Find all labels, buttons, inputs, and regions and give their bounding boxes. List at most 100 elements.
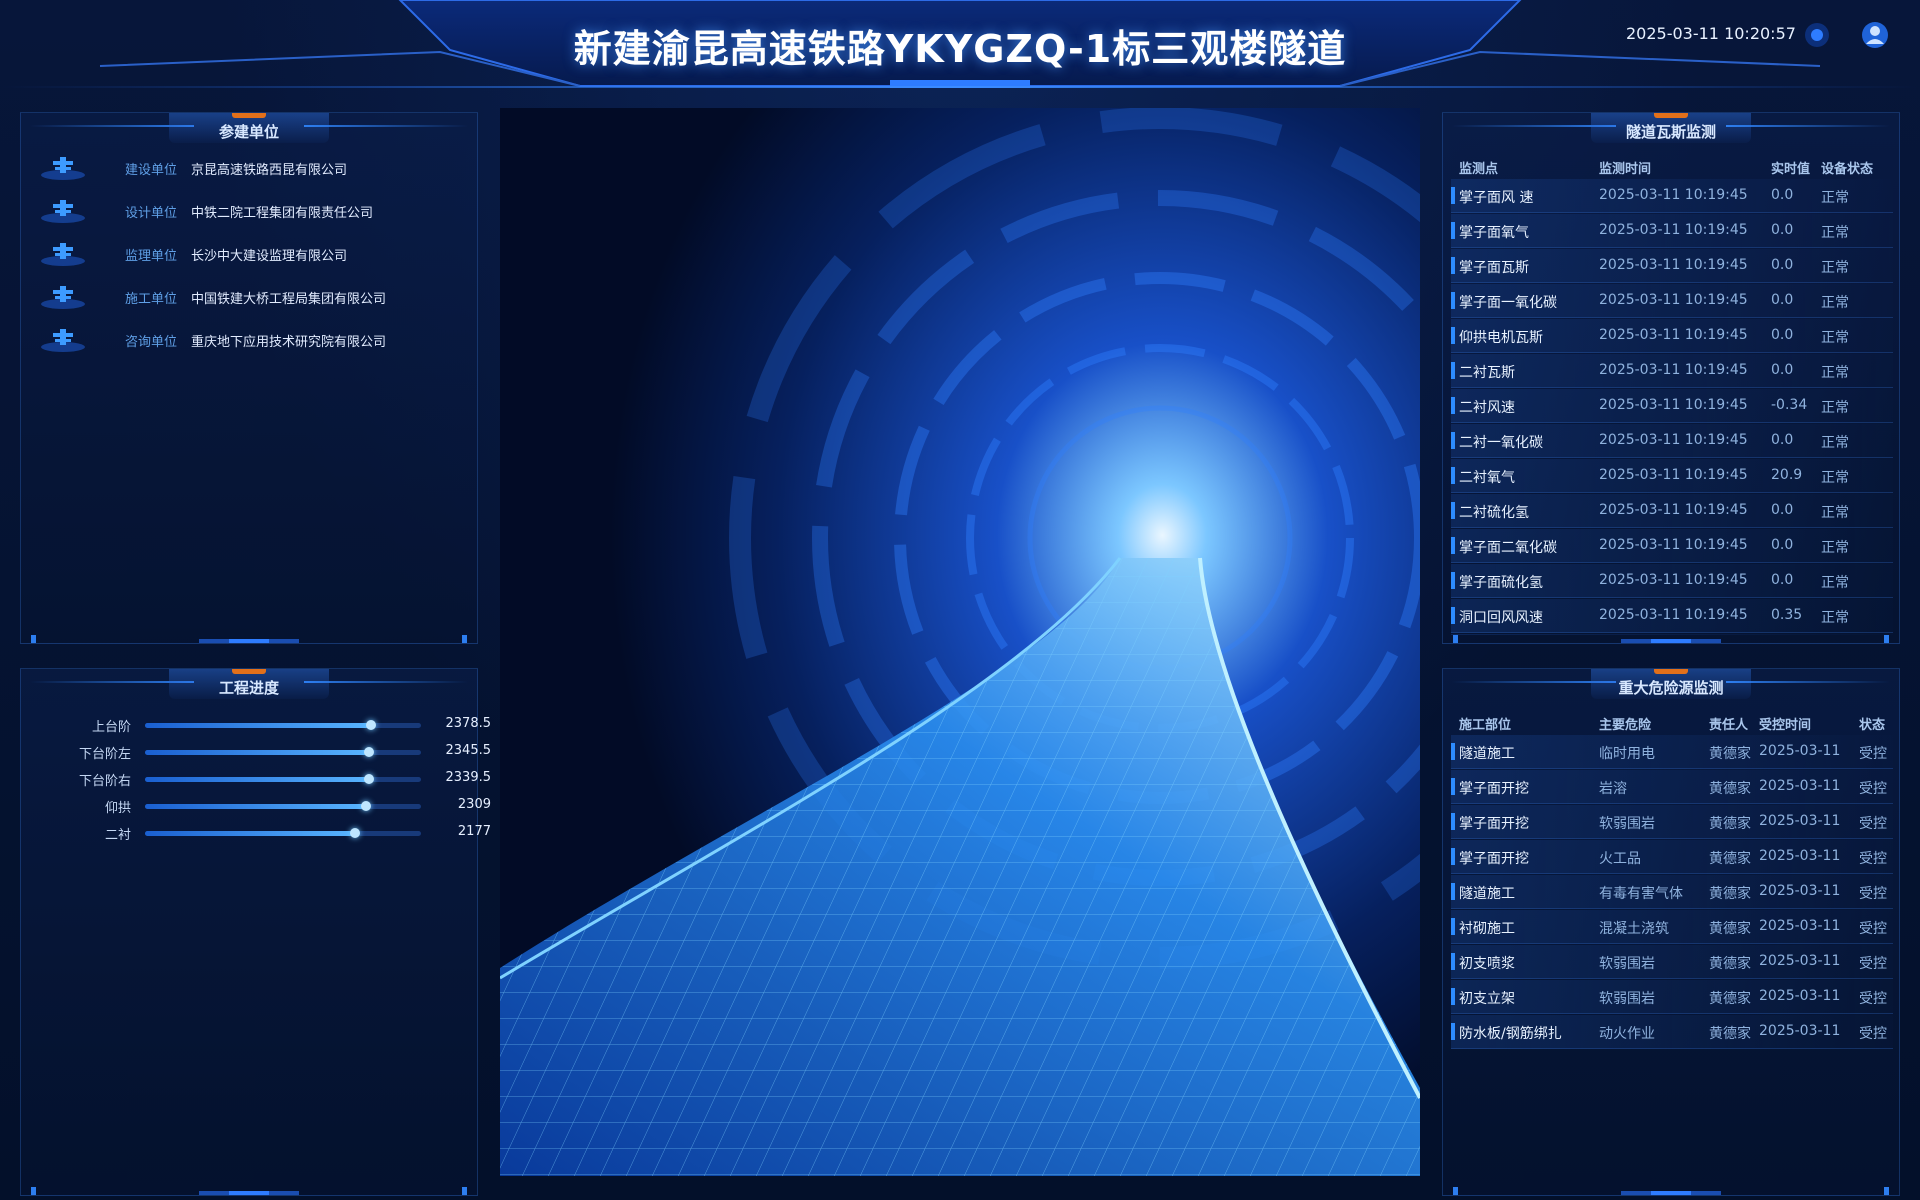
table-cell: 正常 bbox=[1821, 330, 1849, 346]
table-cell: 掌子面氧气 bbox=[1459, 225, 1529, 241]
table-row[interactable]: 掌子面一氧化碳 2025-03-11 10:19:45 0.0 正常 bbox=[1451, 284, 1893, 318]
table-header: 施工部位 主要危险 责任人 受控时间 状态 bbox=[1451, 711, 1893, 733]
table-cell: 正常 bbox=[1821, 470, 1849, 486]
table-row[interactable]: 衬砌施工 混凝土浇筑 黄德家 2025-03-11 受控 bbox=[1451, 910, 1893, 944]
progress-fill bbox=[145, 750, 369, 755]
table-row[interactable]: 二衬氧气 2025-03-11 10:19:45 20.9 正常 bbox=[1451, 459, 1893, 493]
header-accent bbox=[1654, 113, 1688, 118]
footer-dot bbox=[462, 635, 467, 643]
header-accent bbox=[232, 669, 266, 674]
table-row[interactable]: 掌子面瓦斯 2025-03-11 10:19:45 0.0 正常 bbox=[1451, 249, 1893, 283]
settings-dot-icon[interactable] bbox=[1802, 20, 1832, 50]
table-row[interactable]: 隧道施工 临时用电 黄德家 2025-03-11 受控 bbox=[1451, 735, 1893, 769]
table-cell: 正常 bbox=[1821, 400, 1849, 416]
table-cell: 软弱围岩 bbox=[1599, 991, 1655, 1007]
table-cell: 2025-03-11 bbox=[1759, 778, 1841, 794]
table-cell: 掌子面开挖 bbox=[1459, 816, 1529, 832]
gas-table[interactable]: 监测点 监测时间 实时值 设备状态 掌子面风 速 2025-03-11 10:19… bbox=[1451, 155, 1893, 635]
progress-value: 2339.5 bbox=[445, 770, 492, 785]
table-cell: 二衬瓦斯 bbox=[1459, 365, 1515, 381]
table-cell: 受控 bbox=[1859, 991, 1887, 1007]
table-row[interactable]: 初支喷浆 软弱围岩 黄德家 2025-03-11 受控 bbox=[1451, 945, 1893, 979]
table-cell: 受控 bbox=[1859, 746, 1887, 762]
table-cell: 黄德家 bbox=[1709, 991, 1751, 1007]
table-cell: 黄德家 bbox=[1709, 816, 1751, 832]
progress-label: 下台阶右 bbox=[78, 774, 131, 789]
table-cell: 0.0 bbox=[1771, 502, 1794, 518]
table-row[interactable]: 洞口回风风速 2025-03-11 10:19:45 0.35 正常 bbox=[1451, 599, 1893, 633]
table-row[interactable]: 二衬硫化氢 2025-03-11 10:19:45 0.0 正常 bbox=[1451, 494, 1893, 528]
table-row[interactable]: 二衬一氧化碳 2025-03-11 10:19:45 0.0 正常 bbox=[1451, 424, 1893, 458]
table-row[interactable]: 隧道施工 有毒有害气体 黄德家 2025-03-11 受控 bbox=[1451, 875, 1893, 909]
progress-label: 仰拱 bbox=[104, 801, 131, 816]
table-row[interactable]: 掌子面风 速 2025-03-11 10:19:45 0.0 正常 bbox=[1451, 179, 1893, 213]
user-avatar-icon[interactable] bbox=[1860, 20, 1890, 50]
table-cell: 2025-03-11 bbox=[1759, 743, 1841, 759]
panel-header: 隧道瓦斯监测 bbox=[1443, 113, 1899, 147]
table-cell: 0.0 bbox=[1771, 537, 1794, 553]
progress-row: 二衬 2177 bbox=[51, 823, 491, 843]
table-cell: 2025-03-11 bbox=[1759, 813, 1841, 829]
rail-unit-icon bbox=[41, 329, 85, 352]
progress-panel: 工程进度 上台阶 2378.5 下台阶左 2345.5 下台阶右 2339.5 仰拱 2309… bbox=[20, 668, 491, 1196]
panel-header: 重大危险源监测 bbox=[1443, 669, 1899, 703]
table-cell: 正常 bbox=[1821, 505, 1849, 521]
table-row[interactable]: 仰拱电机瓦斯 2025-03-11 10:19:45 0.0 正常 bbox=[1451, 319, 1893, 353]
rail-unit-icon bbox=[41, 157, 85, 180]
unit-role-label: 建设单位 bbox=[125, 163, 178, 178]
table-cell: 2025-03-11 10:19:45 bbox=[1599, 537, 1748, 553]
table-row[interactable]: 掌子面硫化氢 2025-03-11 10:19:45 0.0 正常 bbox=[1451, 564, 1893, 598]
table-cell: 仰拱电机瓦斯 bbox=[1459, 330, 1543, 346]
progress-fill bbox=[145, 777, 369, 782]
table-cell: 掌子面开挖 bbox=[1459, 851, 1529, 867]
unit-row: 设计单位 中铁二院工程集团有限责任公司 bbox=[39, 196, 469, 226]
footer-dot bbox=[1884, 635, 1889, 643]
table-cell: 2025-03-11 bbox=[1759, 988, 1841, 1004]
table-row[interactable]: 掌子面开挖 火工品 黄德家 2025-03-11 受控 bbox=[1451, 840, 1893, 874]
tunnel-illustration bbox=[500, 108, 1420, 1176]
table-row[interactable]: 掌子面二氧化碳 2025-03-11 10:19:45 0.0 正常 bbox=[1451, 529, 1893, 563]
table-row[interactable]: 掌子面开挖 岩溶 黄德家 2025-03-11 受控 bbox=[1451, 770, 1893, 804]
gas-monitor-panel: 隧道瓦斯监测 监测点 监测时间 实时值 设备状态 掌子面风 速 2025-03-1… bbox=[1442, 112, 1900, 644]
footer-dot bbox=[1884, 1187, 1889, 1195]
table-cell: 岩溶 bbox=[1599, 781, 1627, 797]
footer-bar bbox=[1621, 639, 1721, 643]
table-cell: 掌子面风 速 bbox=[1459, 190, 1534, 206]
table-cell: -0.34 bbox=[1771, 397, 1808, 413]
table-cell: 防水板/钢筋绑扎 bbox=[1459, 1026, 1562, 1042]
table-row[interactable]: 掌子面开挖 软弱围岩 黄德家 2025-03-11 受控 bbox=[1451, 805, 1893, 839]
unit-company-name: 重庆地下应用技术研究院有限公司 bbox=[191, 335, 387, 350]
table-cell: 2025-03-11 10:19:45 bbox=[1599, 187, 1748, 203]
table-row[interactable]: 二衬风速 2025-03-11 10:19:45 -0.34 正常 bbox=[1451, 389, 1893, 423]
table-cell: 0.35 bbox=[1771, 607, 1803, 623]
table-cell: 正常 bbox=[1821, 225, 1849, 241]
table-cell: 2025-03-11 bbox=[1759, 918, 1841, 934]
progress-fill bbox=[145, 723, 372, 728]
table-cell: 正常 bbox=[1821, 365, 1849, 381]
table-row[interactable]: 掌子面氧气 2025-03-11 10:19:45 0.0 正常 bbox=[1451, 214, 1893, 248]
column-header: 实时值 bbox=[1771, 162, 1811, 177]
progress-track bbox=[145, 720, 421, 730]
footer-bar bbox=[199, 639, 299, 643]
table-cell: 2025-03-11 10:19:45 bbox=[1599, 292, 1748, 308]
column-header: 状态 bbox=[1859, 718, 1886, 733]
progress-row: 下台阶左 2345.5 bbox=[51, 742, 491, 762]
progress-track bbox=[145, 747, 421, 757]
table-cell: 初支立架 bbox=[1459, 991, 1515, 1007]
units-panel: 参建单位 建设单位 京昆高速铁路西昆有限公司 设计单位 中铁二院工程集团有限责任公司监… bbox=[20, 112, 478, 644]
table-cell: 二衬风速 bbox=[1459, 400, 1515, 416]
progress-track bbox=[145, 801, 421, 811]
hazard-table[interactable]: 施工部位 主要危险 责任人 受控时间 状态 隧道施工 临时用电 黄德家 2025-03… bbox=[1451, 711, 1893, 1091]
unit-company-name: 长沙中大建设监理有限公司 bbox=[191, 249, 348, 264]
table-cell: 正常 bbox=[1821, 260, 1849, 276]
table-row[interactable]: 二衬瓦斯 2025-03-11 10:19:45 0.0 正常 bbox=[1451, 354, 1893, 388]
table-row[interactable]: 防水板/钢筋绑扎 动火作业 黄德家 2025-03-11 受控 bbox=[1451, 1015, 1893, 1049]
table-cell: 火工品 bbox=[1599, 851, 1641, 867]
table-cell: 黄德家 bbox=[1709, 1026, 1751, 1042]
table-cell: 0.0 bbox=[1771, 572, 1794, 588]
table-row[interactable]: 初支立架 软弱围岩 黄德家 2025-03-11 受控 bbox=[1451, 980, 1893, 1014]
table-cell: 2025-03-11 10:19:45 bbox=[1599, 572, 1748, 588]
table-cell: 2025-03-11 10:19:45 bbox=[1599, 327, 1748, 343]
footer-dot bbox=[31, 1187, 36, 1195]
progress-fill bbox=[145, 831, 355, 836]
